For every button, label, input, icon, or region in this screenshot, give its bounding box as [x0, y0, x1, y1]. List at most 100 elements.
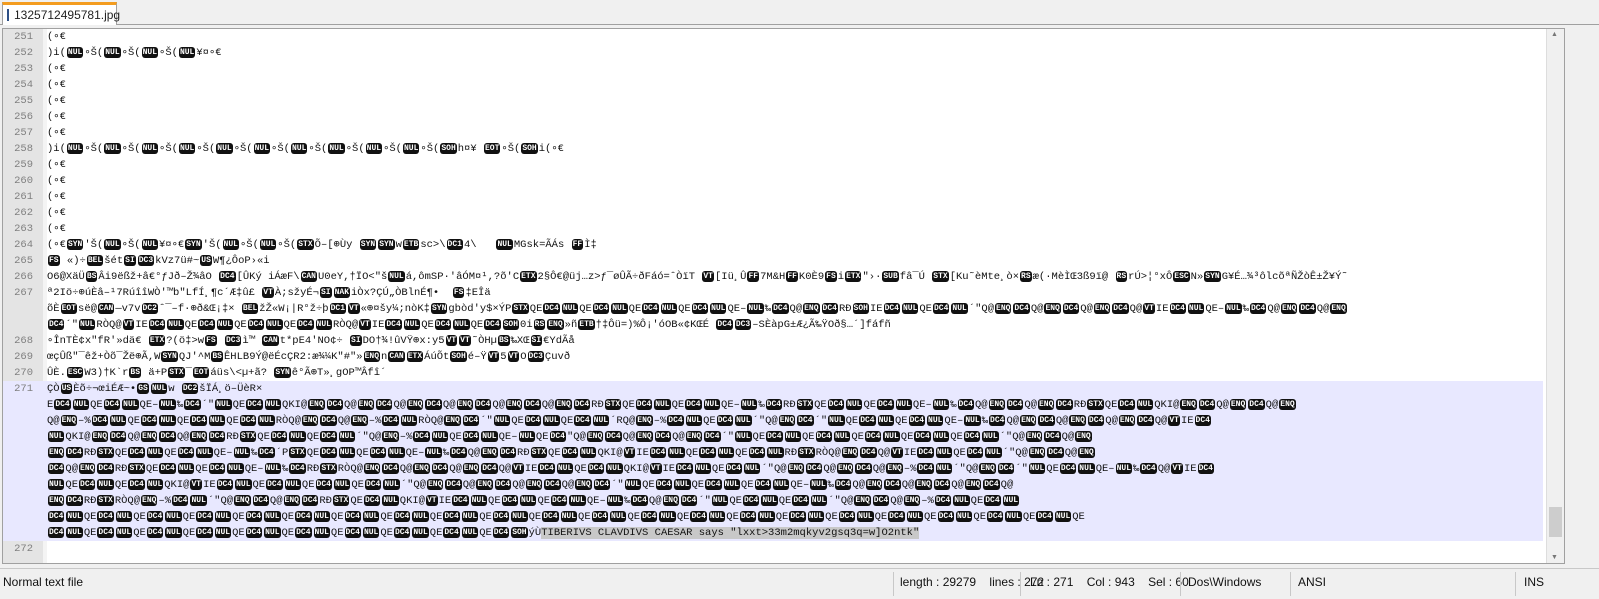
control-char-dc4: DC4: [937, 511, 954, 522]
editor-line[interactable]: 258)i(NUL ∘Š(NUL ∘Š(NUL ∘Š(NUL ∘Š(NUL ∘Š(NUL ∘…: [3, 141, 1543, 157]
control-char-enq: ENQ: [91, 431, 109, 442]
editor-line[interactable]: 257 (∘€: [3, 125, 1543, 141]
line-number: 261: [14, 191, 33, 203]
control-char-soh: SOH: [502, 319, 520, 330]
control-char-syn: SYN: [274, 367, 291, 378]
editor-line[interactable]: 272: [3, 541, 1543, 557]
control-char-nul: NUL: [1078, 463, 1095, 474]
control-char-dc4: DC4: [369, 447, 387, 458]
control-char-ff: FF: [747, 271, 760, 282]
status-insert-mode[interactable]: INS: [1524, 575, 1544, 589]
control-char-enq: ENQ: [456, 399, 473, 410]
scroll-down-arrow-icon[interactable]: ▼: [1551, 554, 1558, 561]
control-char-dc4: DC4: [128, 447, 145, 458]
editor-line[interactable]: 268 ∘ÎnTÈ¢x"fR'»dä€ ETX ?(ö‡>w FS DC3 ì™ CAN…: [3, 333, 1543, 349]
control-char-vt: VT: [445, 335, 458, 346]
scroll-up-arrow-icon[interactable]: ▲: [1551, 31, 1558, 38]
control-char-enq: ENQ: [60, 415, 78, 426]
editor-line[interactable]: 259 (∘€: [3, 157, 1543, 173]
control-char-nul: NUL: [1225, 303, 1242, 314]
line-number: 259: [14, 159, 33, 171]
control-char-nul: NUL: [511, 511, 528, 522]
control-char-dc4: DC4: [542, 511, 559, 522]
control-char-nul: NUL: [104, 239, 121, 250]
control-char-fs: FS: [48, 255, 60, 266]
control-char-enq: ENQ: [476, 479, 493, 490]
vertical-scrollbar[interactable]: ▲ ▼: [1546, 29, 1564, 563]
control-char-enq: ENQ: [190, 431, 207, 442]
editor-line[interactable]: 261 (∘€: [3, 189, 1543, 205]
editor-line[interactable]: 251 (∘€: [3, 29, 1543, 45]
control-char-dc4: DC4: [772, 303, 789, 314]
selected-text[interactable]: TIBERIVS CLAVDIVS CAESAR says "lxxt>33m2…: [541, 527, 920, 539]
editor-line[interactable]: 267 ª2Iö÷⊕úÈâ–¹7RúîîWÒ'™b"LfÍ¸¶c´Æ‡û£ VT À…: [3, 285, 1543, 333]
control-char-enq: ENQ: [1118, 415, 1136, 426]
editor-line[interactable]: 253 (∘€: [3, 61, 1543, 77]
control-char-rs: RS: [1020, 271, 1032, 282]
control-char-dc4: DC4: [1112, 303, 1129, 314]
control-char-dc4: DC4: [177, 447, 195, 458]
editor-line[interactable]: 265 FS «)÷ BEL šét SI DC3 kVz7ü#~ US W¶¿ÔoP›«i: [3, 253, 1543, 269]
editor-line[interactable]: 270 ÛÈ. ESC W3)†K`r BS ä+P STX ¯ EOT áüs\<µ+ã? S…: [3, 365, 1543, 381]
control-char-nul: NUL: [165, 527, 182, 538]
editor-line[interactable]: 255 (∘€: [3, 93, 1543, 109]
control-char-dc4: DC4: [48, 511, 65, 522]
control-char-nul: NUL: [259, 239, 277, 250]
control-char-enq: ENQ: [1279, 399, 1296, 410]
line-text: œçÛß"¯êž+Òõ¯Žë⊕Ã,W SYN QJ'^M BS ÊHLB9Ý@ëÉcÇR…: [47, 351, 571, 363]
control-char-nul: NUL: [233, 447, 250, 458]
control-char-dc4: DC4: [252, 495, 269, 506]
control-char-dc4: DC4: [917, 463, 934, 474]
control-char-dc4: DC4: [635, 399, 653, 410]
control-char-dc3: DC3: [224, 335, 242, 346]
editor-line[interactable]: 262 (∘€: [3, 205, 1543, 221]
control-char-enq: ENQ: [48, 447, 65, 458]
line-number: 265: [14, 255, 33, 267]
editor-line[interactable]: 271 ÇÒ US Èõ÷¬œiÉÆ~• GS NUL w DC2 šÏÁ¸ö–ÜèR× ED…: [3, 381, 1543, 541]
control-char-enq: ENQ: [586, 431, 604, 442]
control-char-nul: NUL: [196, 447, 213, 458]
control-char-can: CAN: [388, 351, 405, 362]
control-char-nul: NUL: [215, 399, 232, 410]
control-char-vt: VT: [512, 463, 524, 474]
control-char-dc4: DC4: [320, 431, 337, 442]
control-char-enq: ENQ: [915, 479, 932, 490]
control-char-si: SI: [350, 335, 362, 346]
control-char-dc4: DC4: [1198, 399, 1216, 410]
control-char-nul: NUL: [735, 431, 752, 442]
text-editor[interactable]: 251 (∘€ 252)i(NUL ∘Š(NUL ∘Š(NUL ∘Š(NUL ¥¤∘€ 253…: [2, 28, 1565, 564]
control-char-stx: STX: [97, 447, 114, 458]
control-char-nul: NUL: [761, 495, 778, 506]
control-char-can: CAN: [262, 335, 279, 346]
control-char-dc4: DC4: [501, 495, 519, 506]
control-char-dc4: DC4: [1059, 463, 1077, 474]
control-char-nul: NUL: [520, 495, 537, 506]
control-char-nul: NUL: [214, 511, 232, 522]
control-char-nul: NUL: [810, 495, 828, 506]
control-char-dc4: DC4: [742, 495, 760, 506]
control-char-fs: FS: [205, 335, 217, 346]
control-char-stx: STX: [932, 271, 949, 282]
control-char-nul: NUL: [935, 463, 953, 474]
control-char-dc4: DC4: [592, 303, 610, 314]
editor-line[interactable]: 260 (∘€: [3, 173, 1543, 189]
editor-line[interactable]: 266 O6@XäÜ BS Âi9ëßž+â€°ƒJð–Ž¾âO DC4 [ÛKý iÁ…: [3, 269, 1543, 285]
control-char-nul: NUL: [258, 415, 275, 426]
scrollbar-thumb[interactable]: [1549, 507, 1562, 537]
editor-line[interactable]: 264 (∘€ SYN 'Š(NUL ∘Š(NUL ¥¤∘€ SYN 'Š(NUL ∘Š(NUL…: [3, 237, 1543, 253]
control-char-enq: ENQ: [1025, 431, 1043, 442]
control-char-nul: NUL: [906, 511, 923, 522]
control-char-enq: ENQ: [1069, 415, 1086, 426]
line-text: (∘€: [47, 95, 66, 107]
editor-line[interactable]: 254 (∘€: [3, 77, 1543, 93]
control-char-dc4: DC4: [984, 495, 1001, 506]
editor-line[interactable]: 269 œçÛß"¯êž+Òõ¯Žë⊕Ã,W SYN QJ'^M BS ÊHLB9Ý@ëÉ…: [3, 349, 1543, 365]
editor-line[interactable]: 263 (∘€: [3, 221, 1543, 237]
file-tab[interactable]: 1325712495781.jpg: [2, 2, 120, 25]
line-text: [43, 541, 1543, 557]
editor-line[interactable]: 256 (∘€: [3, 109, 1543, 125]
control-char-dc4: DC4: [462, 415, 480, 426]
control-char-enq: ENQ: [865, 479, 883, 490]
control-char-dc4: DC4: [642, 303, 659, 314]
editor-line[interactable]: 252)i(NUL ∘Š(NUL ∘Š(NUL ∘Š(NUL ¥¤∘€: [3, 45, 1543, 61]
